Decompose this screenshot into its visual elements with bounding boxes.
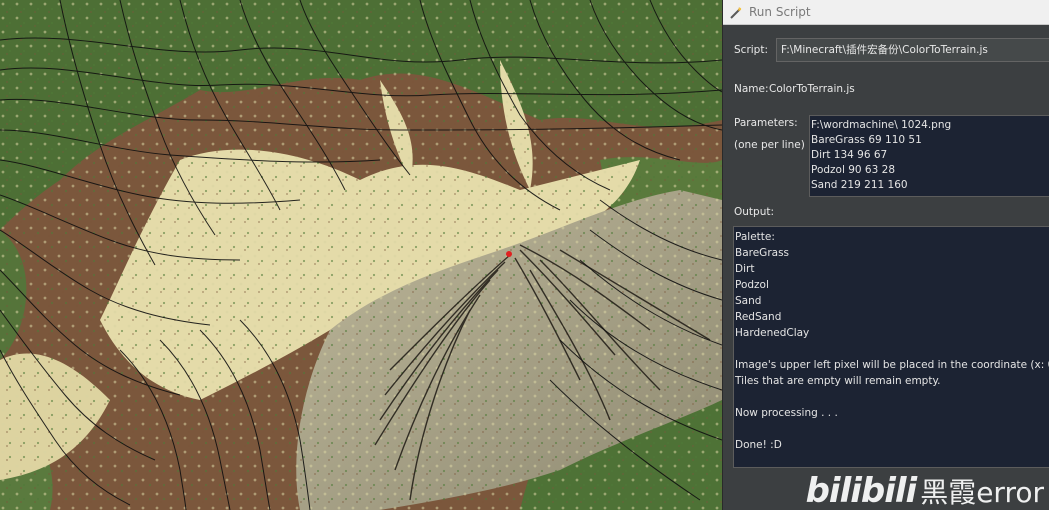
output-line: HardenedClay xyxy=(735,327,810,339)
watermark-user: 黑霞error xyxy=(920,476,1044,509)
watermark: bilibili 黑霞error xyxy=(806,474,1044,508)
script-wand-icon xyxy=(729,5,743,19)
dialog-title: Run Script xyxy=(749,5,811,19)
output-line: Sand xyxy=(735,295,762,307)
output-line: RedSand xyxy=(735,311,782,323)
parameters-label: Parameters: xyxy=(734,117,798,129)
parameter-line: F:\wordmachine\ 1024.png xyxy=(811,119,952,131)
output-line: Image's upper left pixel will be placed … xyxy=(735,359,1049,371)
output-line: Podzol xyxy=(735,279,769,291)
output-line: BareGrass xyxy=(735,247,790,259)
terrain-map-image xyxy=(0,0,722,510)
output-line: Done! :D xyxy=(735,439,782,451)
parameter-line: Podzol 90 63 28 xyxy=(811,164,895,176)
run-script-dialog: Run Script Script: F:\Minecraft\插件宏备份\Co… xyxy=(722,0,1049,510)
output-label: Output: xyxy=(734,206,775,218)
name-label: Name: xyxy=(734,83,769,95)
name-value: ColorToTerrain.js xyxy=(769,83,855,95)
output-textarea[interactable]: Palette: BareGrass Dirt Podzol Sand RedS… xyxy=(733,226,1049,468)
parameter-line: Dirt 134 96 67 xyxy=(811,149,888,161)
output-line: Tiles that are empty will remain empty. xyxy=(735,375,941,387)
parameters-textarea[interactable]: F:\wordmachine\ 1024.png BareGrass 69 11… xyxy=(809,115,1049,197)
screen: Run Script Script: F:\Minecraft\插件宏备份\Co… xyxy=(0,0,1049,510)
parameter-line: BareGrass 69 110 51 xyxy=(811,134,922,146)
output-line: Now processing . . . xyxy=(735,407,838,419)
script-label: Script: xyxy=(734,44,768,56)
dialog-titlebar[interactable]: Run Script xyxy=(723,0,1049,25)
parameter-line: Sand 219 211 160 xyxy=(811,179,908,191)
output-line: Dirt xyxy=(735,263,755,275)
parameters-hint: (one per line) xyxy=(734,139,805,151)
terrain-map-canvas[interactable] xyxy=(0,0,722,510)
script-path-field[interactable]: F:\Minecraft\插件宏备份\ColorToTerrain.js xyxy=(776,38,1049,62)
bilibili-logo: bilibili xyxy=(805,471,918,510)
output-line: Palette: xyxy=(735,231,775,243)
